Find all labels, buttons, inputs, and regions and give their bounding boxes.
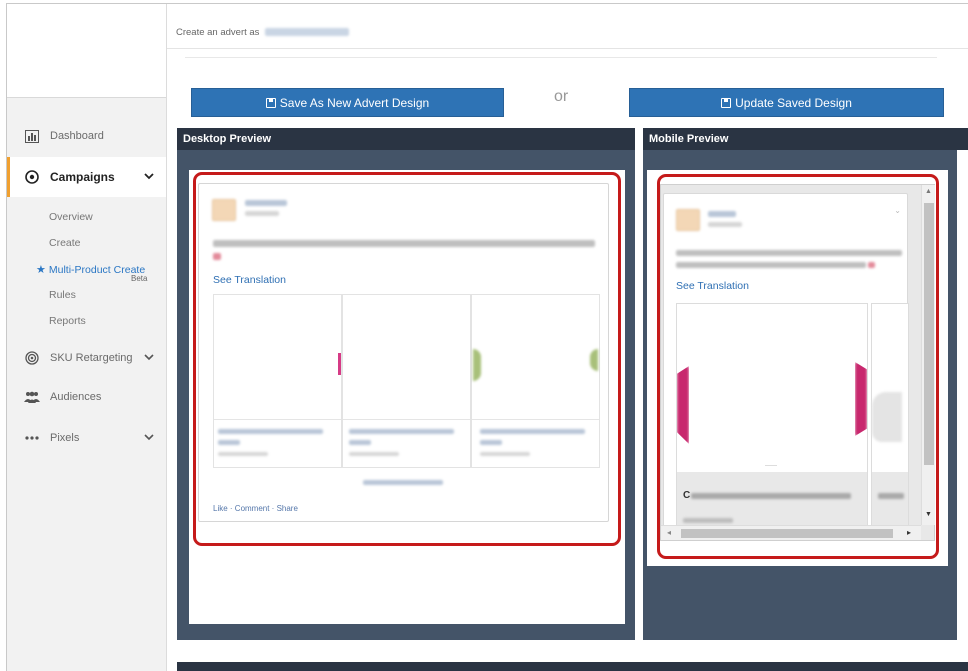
button-label: Save As New Advert Design [279,95,430,110]
highlight-box [193,172,621,546]
sidebar-sub-reports[interactable]: Reports [49,315,86,327]
sidebar-sub-create[interactable]: Create [49,237,81,249]
chevron-down-icon[interactable] [144,432,154,444]
button-label: Update Saved Design [735,95,852,110]
beta-badge: Beta [131,274,148,283]
sidebar-sub-rules[interactable]: Rules [49,289,76,301]
sub-label: Create [49,237,81,249]
sub-label: Reports [49,315,86,327]
chevron-down-icon[interactable] [144,171,154,183]
divider [185,57,937,58]
sidebar-item-label: Campaigns [50,170,115,184]
sidebar-item-pixels[interactable]: Pixels [7,428,166,448]
create-as-label: Create an advert as [176,27,350,38]
desktop-preview-header: Desktop Preview [177,128,635,156]
dots-icon [24,430,40,446]
sidebar-item-campaigns[interactable]: Campaigns [7,157,166,197]
sub-label: Rules [49,289,76,301]
sidebar-item-label: SKU Retargeting [50,352,133,364]
sidebar-item-label: Audiences [50,391,102,403]
logo-area [7,4,166,98]
sidebar-sub-overview[interactable]: Overview [49,211,93,223]
sidebar-item-dashboard[interactable]: Dashboard [7,126,166,146]
star-icon: ★ [36,264,46,276]
create-as-text: Create an advert as [176,27,260,38]
mobile-preview-header: Mobile Preview [643,128,968,156]
header-bar: Create an advert as [167,4,968,49]
highlight-box [657,174,939,559]
sidebar-item-audiences[interactable]: Audiences [7,387,166,407]
or-separator: or [554,88,569,105]
save-icon [265,97,276,108]
app-window: Dashboard Campaigns Overview Create ★ Mul… [6,3,968,671]
save-as-new-design-button[interactable]: Save As New Advert Design [191,88,504,117]
sub-label: Overview [49,211,93,223]
sidebar-item-label: Dashboard [50,130,104,142]
target-icon [24,169,40,185]
chevron-down-icon[interactable] [144,352,154,364]
update-saved-design-button[interactable]: Update Saved Design [629,88,944,117]
sidebar-item-label: Pixels [50,432,80,444]
sidebar: Dashboard Campaigns Overview Create ★ Mul… [7,4,167,671]
users-icon [24,389,40,405]
save-icon [721,97,732,108]
bar-chart-icon [24,128,40,144]
sidebar-item-sku-retargeting[interactable]: SKU Retargeting [7,348,166,368]
next-section-header [177,662,968,671]
sidebar-sub-multi-product-create[interactable]: ★ Multi-Product Create [36,263,145,276]
radar-icon [24,350,40,366]
account-name-redacted [265,28,350,37]
